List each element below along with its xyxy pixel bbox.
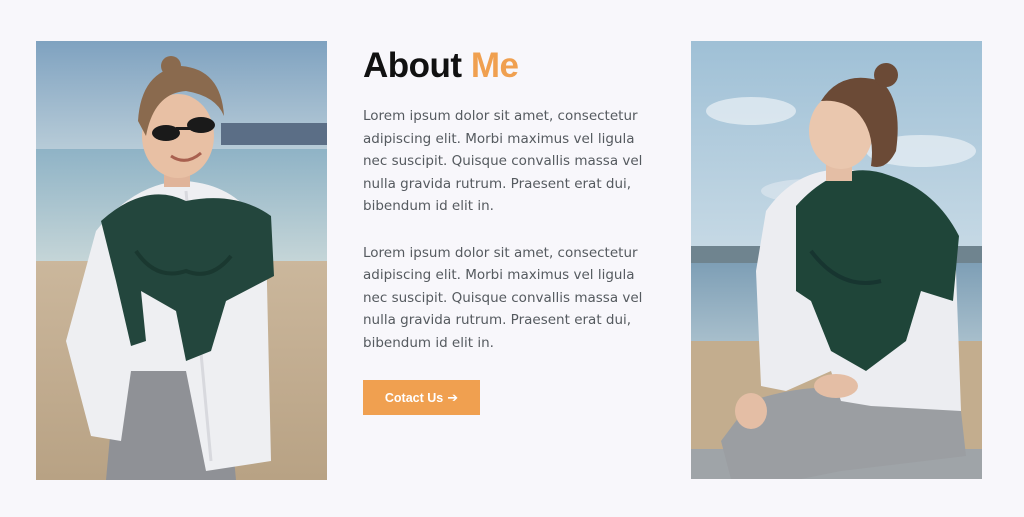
photo-left [36, 41, 327, 480]
contact-us-label: Cotact Us [384, 390, 444, 405]
contact-us-button[interactable]: Cotact Us ➔ [363, 380, 480, 415]
photo-right [691, 41, 982, 479]
about-section: About Me Lorem ipsum dolor sit amet, con… [363, 46, 663, 415]
page-title: About Me [363, 46, 663, 86]
title-accent: Me [470, 46, 519, 85]
title-main: About [363, 46, 462, 85]
arrow-right-icon: ➔ [447, 390, 459, 405]
about-paragraph-1: Lorem ipsum dolor sit amet, consectetur … [363, 108, 643, 214]
about-paragraph-2: Lorem ipsum dolor sit amet, consectetur … [363, 244, 643, 351]
